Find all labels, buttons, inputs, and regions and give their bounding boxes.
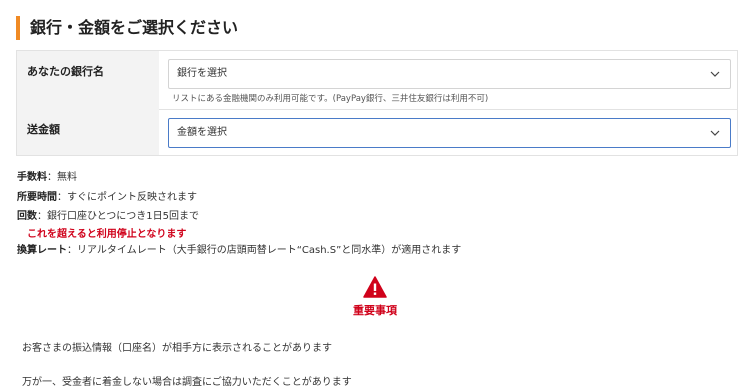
page: 銀行・金額をご選択ください あなたの銀行名 銀行を選択 リストにある金融機関のみ… [0, 0, 750, 387]
important-label: 重要事項 [353, 304, 397, 317]
rate-label: 換算レート [17, 245, 67, 256]
bank-note: リストにある金融機関のみ利用可能です。(PayPay銀行、三井住友銀行は利用不可… [172, 94, 489, 104]
section-title: 銀行・金額をご選択ください [16, 16, 238, 40]
notice-item: 万が一、受金者に着金しない場合は調査にご協力いただくことがあります [22, 377, 352, 387]
count-value: ：銀行口座ひとつにつき1日5回まで [37, 211, 200, 222]
chevron-down-icon [710, 130, 720, 136]
time-info: 所要時間：すぐにポイント反映されます [17, 191, 197, 205]
bank-label: あなたの銀行名 [17, 51, 159, 109]
count-info: 回数：銀行口座ひとつにつき1日5回まで [17, 210, 199, 224]
important-heading: 重要事項 [0, 276, 750, 318]
amount-label: 送金額 [17, 109, 159, 155]
rate-value: ：リアルタイムレート（大手銀行の店頭両替レート“Cash.S”と同水準）が適用さ… [67, 245, 462, 256]
fee-info: 手数料：無料 [17, 171, 77, 185]
chevron-down-icon [710, 71, 720, 77]
fee-label: 手数料 [17, 172, 47, 183]
bank-amount-form: あなたの銀行名 銀行を選択 リストにある金融機関のみ利用可能です。(PayPay… [16, 50, 738, 156]
amount-row: 送金額 金額を選択 [17, 109, 737, 155]
count-warning: これを超えると利用停止となります [27, 229, 187, 240]
bank-select-value: 銀行を選択 [177, 68, 227, 79]
amount-select[interactable]: 金額を選択 [168, 118, 731, 148]
count-label: 回数 [17, 211, 37, 222]
warning-triangle-icon [363, 276, 387, 298]
rate-info: 換算レート：リアルタイムレート（大手銀行の店頭両替レート“Cash.S”と同水準… [17, 244, 461, 258]
notice-item: お客さまの振込情報（口座名）が相手方に表示されることがあります [22, 343, 332, 354]
time-label: 所要時間 [17, 192, 57, 203]
bank-row: あなたの銀行名 銀行を選択 リストにある金融機関のみ利用可能です。(PayPay… [17, 51, 737, 110]
fee-value: ：無料 [47, 172, 77, 183]
time-value: ：すぐにポイント反映されます [57, 192, 197, 203]
amount-select-value: 金額を選択 [177, 127, 227, 138]
bank-select[interactable]: 銀行を選択 [168, 59, 731, 89]
